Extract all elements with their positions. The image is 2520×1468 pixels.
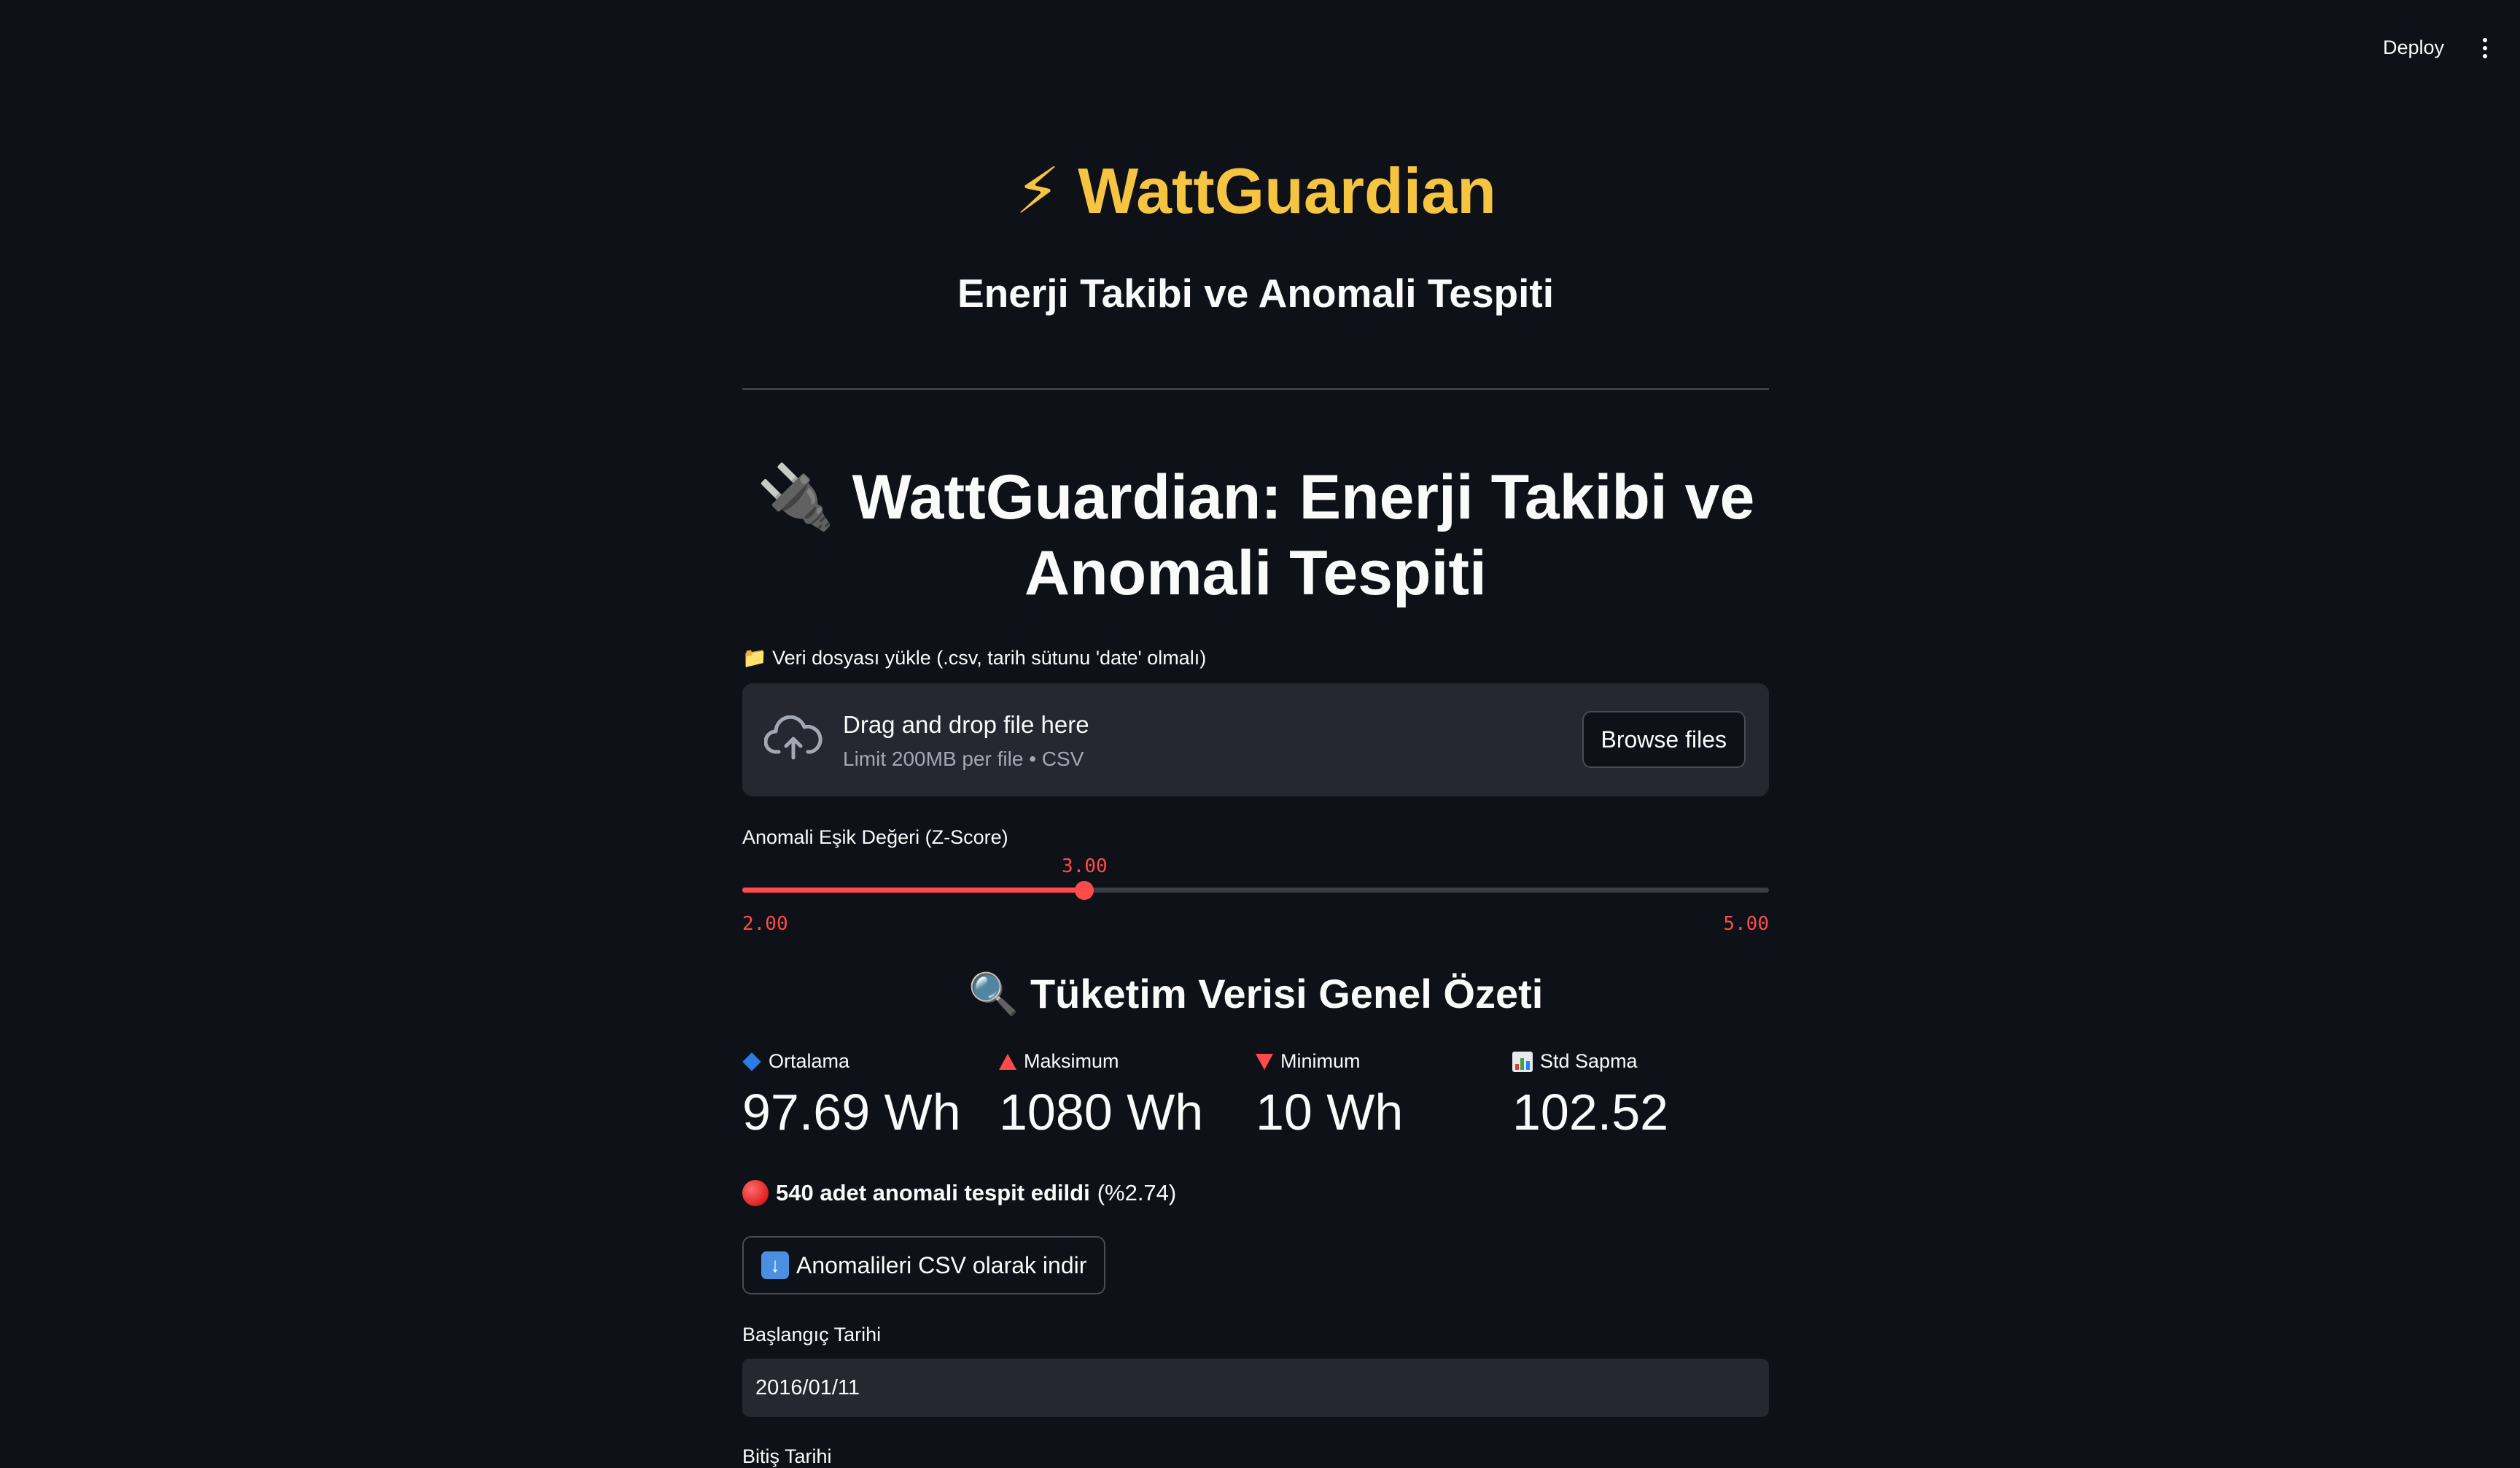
start-date-input[interactable] xyxy=(742,1359,1769,1417)
dropzone-limit: Limit 200MB per file • CSV xyxy=(843,747,1084,770)
metric-label: Maksimum xyxy=(1024,1050,1119,1072)
down-arrow-icon: ↓ xyxy=(761,1251,789,1279)
slider-max: 5.00 xyxy=(1723,913,1769,935)
metric-value: 10 Wh xyxy=(1256,1084,1404,1141)
metric-ortalama: Ortalama 97.69 Wh xyxy=(742,1050,999,1145)
bar-chart-icon xyxy=(1512,1051,1533,1072)
red-triangle-up-icon xyxy=(999,1053,1016,1070)
slider-fill xyxy=(742,888,1085,893)
app-subtitle: Enerji Takibi ve Anomali Tespiti xyxy=(957,271,1555,316)
metric-label: Minimum xyxy=(1280,1050,1361,1072)
slider-label: Anomali Eşik Değeri (Z-Score) xyxy=(742,826,1008,848)
metric-std-sapma: Std Sapma 102.52 xyxy=(1512,1050,1769,1145)
slider-min: 2.00 xyxy=(742,913,788,935)
file-dropzone[interactable]: Drag and drop file here Limit 200MB per … xyxy=(742,683,1769,796)
metric-value: 1080 Wh xyxy=(999,1084,1204,1141)
metrics-row: Ortalama 97.69 Wh Maksimum 1080 Wh Minim… xyxy=(742,1050,1769,1145)
app-title: ⚡ WattGuardian xyxy=(1015,155,1496,227)
browse-files-button[interactable]: Browse files xyxy=(1582,711,1746,768)
slider-track[interactable] xyxy=(742,888,1769,893)
metric-maksimum: Maksimum 1080 Wh xyxy=(999,1050,1256,1145)
deploy-button[interactable]: Deploy xyxy=(2377,32,2450,63)
red-triangle-down-icon xyxy=(1256,1053,1273,1070)
anomaly-percent: (%2.74) xyxy=(1097,1180,1177,1205)
metric-value: 102.52 xyxy=(1512,1084,1669,1141)
slider-value: 3.00 xyxy=(1062,855,1108,877)
start-date-label: Başlangıç Tarihi xyxy=(742,1324,882,1345)
dropzone-instructions: Drag and drop file here xyxy=(843,711,1089,738)
top-bar: Deploy xyxy=(0,0,2520,95)
metric-label: Ortalama xyxy=(769,1050,850,1072)
page-title: 🔌 WattGuardian: Enerji Takibi ve Anomali… xyxy=(756,462,1755,608)
metric-value: 97.69 Wh xyxy=(742,1084,961,1141)
metric-label: Std Sapma xyxy=(1540,1050,1638,1072)
download-csv-button[interactable]: ↓ Anomalileri CSV olarak indir xyxy=(742,1236,1106,1294)
anomaly-message: 540 adet anomali tespit edildi (%2.74) xyxy=(742,1180,1176,1206)
metric-minimum: Minimum 10 Wh xyxy=(1256,1050,1512,1145)
summary-heading: 🔍 Tüketim Verisi Genel Özeti xyxy=(968,971,1544,1017)
red-circle-icon xyxy=(742,1180,769,1206)
blue-diamond-icon xyxy=(742,1052,761,1071)
uploader-label: 📁 Veri dosyası yükle (.csv, tarih sütunu… xyxy=(742,647,1207,669)
cloud-upload-icon xyxy=(764,715,822,760)
download-label: Anomalileri CSV olarak indir xyxy=(796,1251,1087,1278)
anomaly-count: 540 adet anomali tespit edildi xyxy=(776,1180,1090,1205)
divider xyxy=(742,388,1769,390)
end-date-label: Bitiş Tarihi xyxy=(742,1445,832,1467)
slider-thumb[interactable] xyxy=(1075,881,1094,900)
main-menu-icon[interactable] xyxy=(2476,32,2494,64)
